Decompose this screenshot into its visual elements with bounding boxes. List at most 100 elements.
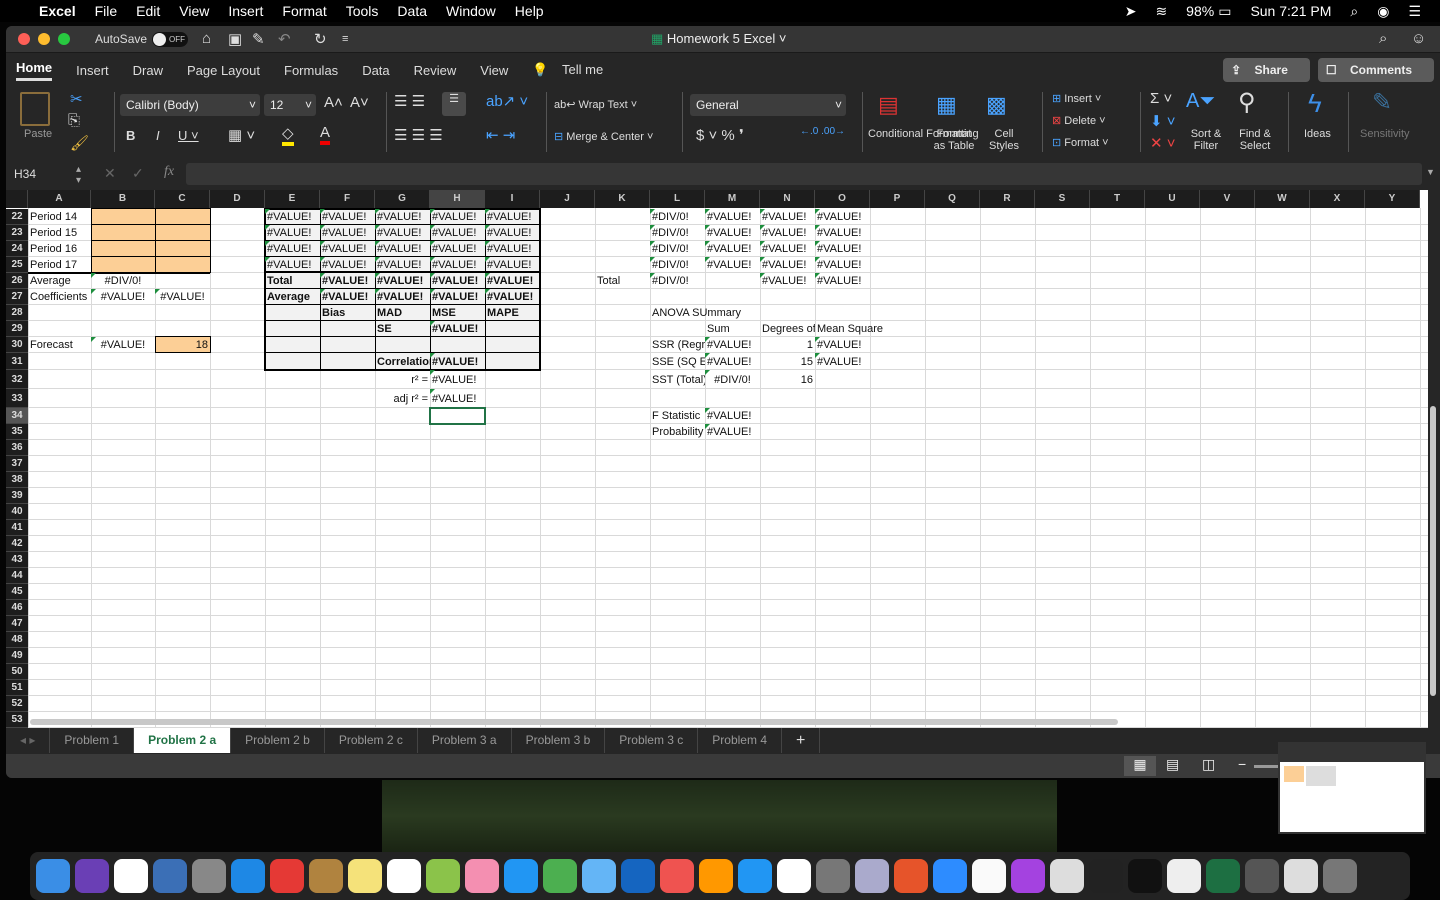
tell-me[interactable]: 💡 Tell me <box>532 62 617 78</box>
dock-app-icon[interactable] <box>738 859 772 893</box>
column-header-i[interactable]: I <box>485 190 540 208</box>
add-sheet-button[interactable]: + <box>782 728 821 753</box>
dock-app-icon[interactable] <box>426 859 460 893</box>
cell-g24[interactable]: #VALUE! <box>375 241 430 257</box>
dock-app-icon[interactable] <box>153 859 187 893</box>
tab-formulas[interactable]: Formulas <box>284 63 338 78</box>
expand-formula-bar-icon[interactable]: ▼ <box>1426 167 1435 177</box>
sheet-tab[interactable]: Problem 2 a <box>134 728 232 753</box>
dock-app-icon[interactable] <box>582 859 616 893</box>
row-header[interactable]: 24 <box>6 241 28 257</box>
cell-n31[interactable]: 15 <box>760 353 815 370</box>
menu-tools[interactable]: Tools <box>346 3 379 19</box>
cell-f28[interactable]: Bias <box>320 305 375 321</box>
cell-a23[interactable]: Period 15 <box>28 225 91 241</box>
comments-button[interactable]: ☐ Comments <box>1317 58 1434 82</box>
cell-o26[interactable]: #VALUE! <box>815 273 870 289</box>
formula-input[interactable] <box>186 163 1422 185</box>
cell-styles-button[interactable]: Cell Styles <box>986 128 1022 152</box>
cell-m23[interactable]: #VALUE! <box>705 225 760 241</box>
dock-app-icon[interactable] <box>114 859 148 893</box>
cell-f22[interactable]: #VALUE! <box>320 209 375 225</box>
cell-e26[interactable]: Total <box>265 273 320 289</box>
row-header[interactable]: 39 <box>6 488 28 504</box>
row-header[interactable]: 52 <box>6 696 28 712</box>
cell-h25[interactable]: #VALUE! <box>430 257 485 273</box>
cell-o25[interactable]: #VALUE! <box>815 257 870 273</box>
dock-app-icon[interactable] <box>1323 859 1357 893</box>
cell-h28[interactable]: MSE <box>430 305 485 321</box>
cell-n24[interactable]: #VALUE! <box>760 241 815 257</box>
conditional-formatting-icon[interactable]: ▤ <box>878 92 899 118</box>
cell-f24[interactable]: #VALUE! <box>320 241 375 257</box>
row-header[interactable]: 40 <box>6 504 28 520</box>
dock-app-icon[interactable] <box>699 859 733 893</box>
sensitivity-icon[interactable]: ✎ <box>1372 88 1392 117</box>
spotlight-icon[interactable]: ⌕ <box>1350 3 1358 20</box>
cell-e23[interactable]: #VALUE! <box>265 225 320 241</box>
dock-app-icon[interactable] <box>465 859 499 893</box>
orientation-icon[interactable]: ab↗ ˅ <box>486 92 528 110</box>
cell-e25[interactable]: #VALUE! <box>265 257 320 273</box>
cell-m22[interactable]: #VALUE! <box>705 209 760 225</box>
sheet-tab[interactable]: Problem 3 a <box>418 728 512 753</box>
menu-edit[interactable]: Edit <box>136 3 160 19</box>
cell-m35[interactable]: #VALUE! <box>705 424 760 440</box>
cell-e22[interactable]: #VALUE! <box>265 209 320 225</box>
column-header-g[interactable]: G <box>375 190 430 208</box>
dock-app-icon[interactable] <box>1167 859 1201 893</box>
column-header-v[interactable]: V <box>1200 190 1255 208</box>
cell-l31[interactable]: SSE (SQ Er <box>650 353 705 370</box>
cell-l26[interactable]: #DIV/0! <box>650 273 705 289</box>
insert-cells-button[interactable]: ⊞ Insert ˅ <box>1052 92 1101 105</box>
dock-app-icon[interactable] <box>309 859 343 893</box>
cell-i22[interactable]: #VALUE! <box>485 209 540 225</box>
row-header[interactable]: 33 <box>6 389 28 408</box>
format-painter-icon[interactable]: 🖌 <box>70 134 89 152</box>
cell-m29[interactable]: Sum <box>705 321 760 337</box>
tab-draw[interactable]: Draw <box>133 63 163 78</box>
cell-m34[interactable]: #VALUE! <box>705 408 760 424</box>
row-header[interactable]: 27 <box>6 289 28 305</box>
dock-app-icon[interactable] <box>504 859 538 893</box>
zoom-out-icon[interactable]: − <box>1238 756 1246 772</box>
column-header-j[interactable]: J <box>540 190 595 208</box>
dock-app-icon[interactable] <box>1245 859 1279 893</box>
borders-icon[interactable]: ▦ ˅ <box>228 126 255 144</box>
find-select-button[interactable]: Find & Select <box>1234 128 1276 152</box>
sheet-tab[interactable]: Problem 4 <box>698 728 782 753</box>
cell-g31[interactable]: Correlation <box>375 353 430 370</box>
paste-icon[interactable] <box>20 92 50 126</box>
dock-app-icon[interactable] <box>660 859 694 893</box>
row-header[interactable]: 41 <box>6 520 28 536</box>
sheet-tab[interactable]: Problem 2 c <box>325 728 418 753</box>
cell-l24[interactable]: #DIV/0! <box>650 241 705 257</box>
align-bottom-icon[interactable]: ☰ <box>442 92 466 116</box>
cell-h27[interactable]: #VALUE! <box>430 289 485 305</box>
dock-app-icon[interactable] <box>543 859 577 893</box>
cell-m24[interactable]: #VALUE! <box>705 241 760 257</box>
column-header-l[interactable]: L <box>650 190 705 208</box>
dock-app-icon[interactable] <box>75 859 109 893</box>
tab-view[interactable]: View <box>480 63 508 78</box>
cell-l32[interactable]: SST (Total) <box>650 370 705 389</box>
align-top-icon[interactable]: ☰ ☰ <box>394 92 425 110</box>
cell-o22[interactable]: #VALUE! <box>815 209 870 225</box>
delete-cells-button[interactable]: ⊠ Delete ˅ <box>1052 114 1106 127</box>
row-header[interactable]: 50 <box>6 664 28 680</box>
font-family-select[interactable]: Calibri (Body) ˅ <box>120 94 260 116</box>
column-header-w[interactable]: W <box>1255 190 1310 208</box>
cut-icon[interactable]: ✂ <box>70 90 83 108</box>
sort-filter-button[interactable]: Sort & Filter <box>1186 128 1226 152</box>
menu-view[interactable]: View <box>179 3 209 19</box>
save-icon[interactable]: ▣ <box>228 30 242 48</box>
cell-i26[interactable]: #VALUE! <box>485 273 540 289</box>
cell-k26[interactable]: Total <box>595 273 650 289</box>
decimal-icons[interactable]: ←.0 .00→ <box>800 126 845 137</box>
dock-app-icon[interactable] <box>1206 859 1240 893</box>
cell-h29[interactable]: #VALUE! <box>430 321 485 337</box>
dock-app-icon[interactable] <box>1011 859 1045 893</box>
column-header-p[interactable]: P <box>870 190 925 208</box>
wifi-icon[interactable]: ≋ <box>1155 3 1167 20</box>
menu-insert[interactable]: Insert <box>228 3 263 19</box>
